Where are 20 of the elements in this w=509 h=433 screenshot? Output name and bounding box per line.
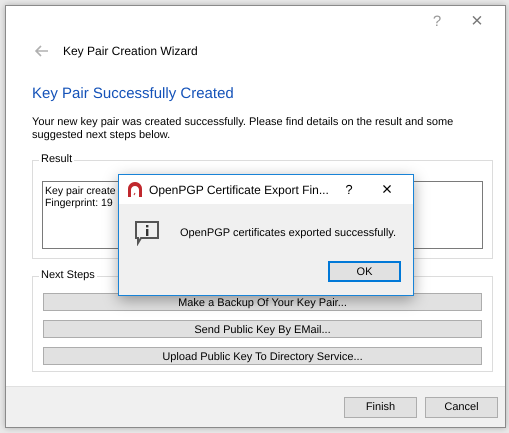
footer-button[interactable]: Finish — [344, 396, 417, 418]
help-button[interactable]: ? — [334, 182, 364, 197]
footer-button[interactable]: Cancel — [425, 396, 498, 418]
group-label: Result — [39, 153, 74, 165]
close-button[interactable]: × — [457, 10, 497, 32]
dialog-title: OpenPGP Certificate Export Fin... — [149, 182, 330, 196]
page-heading: Key Pair Successfully Created — [32, 85, 235, 102]
back-arrow-icon[interactable] — [35, 45, 49, 57]
dialog-message: OpenPGP certificates exported successfully. — [180, 227, 396, 239]
ok-button[interactable]: OK — [328, 261, 401, 282]
info-icon — [134, 220, 160, 246]
group-label: Next Steps — [39, 269, 97, 281]
close-button[interactable]: × — [372, 179, 402, 200]
wizard-title: Key Pair Creation Wizard — [63, 44, 198, 58]
result-line: Fingerprint: 19 — [45, 197, 113, 209]
intro-text: Your new key pair was created successfully. Please find details on the result and some suggested next steps below. — [32, 116, 454, 142]
step-button[interactable]: Upload Public Key To Directory Service... — [43, 347, 482, 365]
app-logo-icon — [127, 182, 143, 198]
step-button[interactable]: Send Public Key By EMail... — [43, 320, 482, 338]
result-line: Key pair create — [45, 185, 116, 197]
